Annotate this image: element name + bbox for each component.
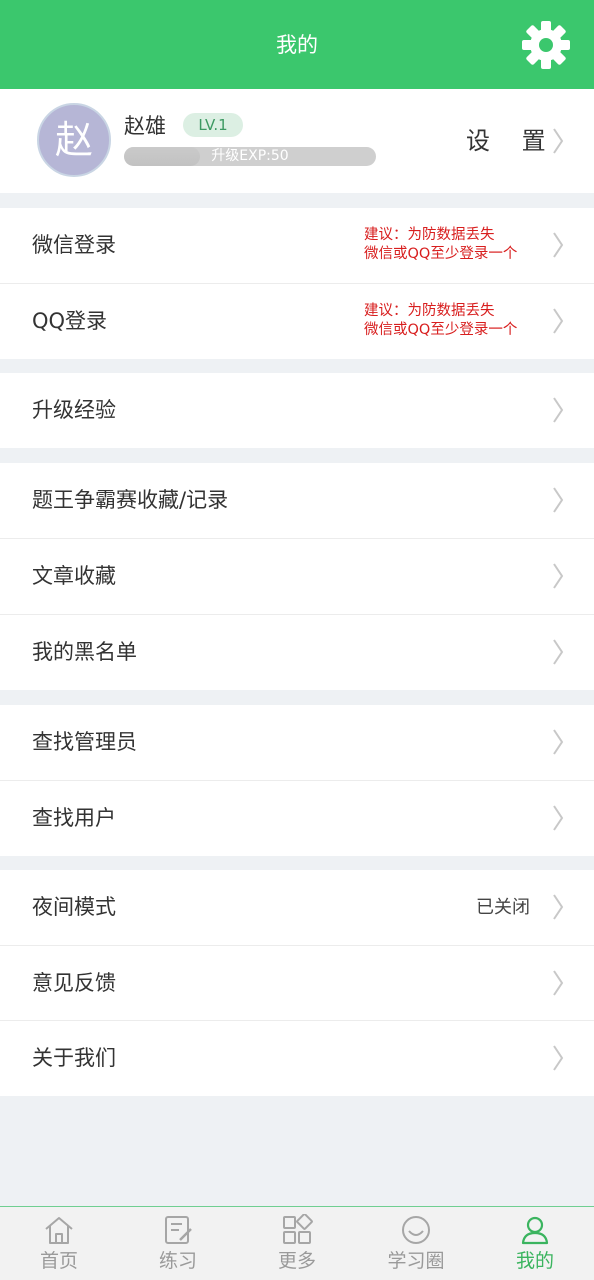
- chevron-right-icon: [552, 486, 564, 514]
- login-hint-line: 建议：为防数据丢失: [364, 303, 495, 319]
- chevron-right-icon: [552, 307, 564, 335]
- login-hint: 建议：为防数据丢失 微信或QQ至少登录一个: [364, 226, 544, 264]
- tab-study-circle[interactable]: 学习圈: [357, 1207, 475, 1280]
- tab-label: 更多: [277, 1250, 316, 1272]
- tab-label: 练习: [158, 1250, 197, 1272]
- avatar[interactable]: 赵: [37, 103, 111, 177]
- chevron-right-icon: [552, 1044, 564, 1072]
- login-hint-line: 建议：为防数据丢失: [364, 227, 495, 243]
- page-title: 我的: [276, 33, 318, 57]
- night-mode-row[interactable]: 夜间模式 已关闭: [0, 870, 594, 945]
- row-label: 题王争霸赛收藏/记录: [32, 488, 229, 512]
- tab-home[interactable]: 首页: [0, 1207, 118, 1280]
- row-label: 查找用户: [32, 806, 116, 830]
- gear-icon[interactable]: [521, 20, 571, 70]
- find-admin-row[interactable]: 查找管理员: [0, 705, 594, 780]
- tab-mine[interactable]: 我的: [476, 1207, 594, 1280]
- profile-card[interactable]: 赵 赵雄 LV.1 升级EXP:50 设 置: [0, 89, 594, 193]
- feedback-row[interactable]: 意见反馈: [0, 946, 594, 1021]
- upgrade-exp-row[interactable]: 升级经验: [0, 373, 594, 448]
- practice-icon: [162, 1214, 194, 1246]
- chevron-right-icon: [552, 804, 564, 832]
- exp-progress-text: 升级EXP:50: [211, 148, 289, 164]
- chevron-right-icon: [552, 893, 564, 921]
- row-label: 我的黑名单: [32, 640, 137, 664]
- wechat-login-row[interactable]: 微信登录 建议：为防数据丢失 微信或QQ至少登录一个: [0, 208, 594, 283]
- chevron-right-icon: [552, 396, 564, 424]
- chevron-right-icon: [552, 231, 564, 259]
- chevron-right-icon: [552, 728, 564, 756]
- row-label: 文章收藏: [32, 564, 116, 588]
- login-hint: 建议：为防数据丢失 微信或QQ至少登录一个: [364, 302, 544, 340]
- chevron-right-icon: [552, 969, 564, 997]
- article-favorites-row[interactable]: 文章收藏: [0, 539, 594, 614]
- login-hint-line: 微信或QQ至少登录一个: [364, 322, 518, 338]
- chevron-right-icon: [552, 638, 564, 666]
- qq-login-row[interactable]: QQ登录 建议：为防数据丢失 微信或QQ至少登录一个: [0, 284, 594, 359]
- chevron-right-icon: [552, 127, 564, 155]
- tab-label: 我的: [515, 1250, 554, 1272]
- chevron-right-icon: [552, 562, 564, 590]
- find-user-row[interactable]: 查找用户: [0, 781, 594, 856]
- level-badge: LV.1: [183, 113, 243, 137]
- tab-more[interactable]: 更多: [238, 1207, 356, 1280]
- about-row[interactable]: 关于我们: [0, 1021, 594, 1096]
- tab-label: 首页: [39, 1250, 78, 1272]
- contest-favorites-row[interactable]: 题王争霸赛收藏/记录: [0, 463, 594, 538]
- row-label: 查找管理员: [32, 730, 137, 754]
- login-hint-line: 微信或QQ至少登录一个: [364, 246, 518, 262]
- night-mode-status: 已关闭: [476, 897, 530, 918]
- bottom-tab-bar: 首页 练习 更多 学习圈 我的: [0, 1206, 594, 1280]
- row-label: 夜间模式: [32, 895, 116, 919]
- blacklist-row[interactable]: 我的黑名单: [0, 615, 594, 690]
- row-label: 关于我们: [32, 1046, 116, 1070]
- settings-link[interactable]: 设 置: [466, 125, 558, 157]
- home-icon: [43, 1214, 75, 1246]
- tab-practice[interactable]: 练习: [119, 1207, 237, 1280]
- user-name: 赵雄: [124, 114, 166, 138]
- user-icon: [519, 1214, 551, 1246]
- top-bar: 我的: [0, 0, 594, 89]
- tab-label: 学习圈: [387, 1250, 445, 1272]
- row-label: QQ登录: [32, 309, 108, 333]
- grid-icon: [281, 1213, 313, 1246]
- row-label: 意见反馈: [32, 971, 116, 995]
- exp-progress-bar: 升级EXP:50: [124, 147, 376, 166]
- row-label: 升级经验: [32, 398, 116, 422]
- chat-bubble-icon: [400, 1214, 432, 1246]
- row-label: 微信登录: [32, 233, 116, 257]
